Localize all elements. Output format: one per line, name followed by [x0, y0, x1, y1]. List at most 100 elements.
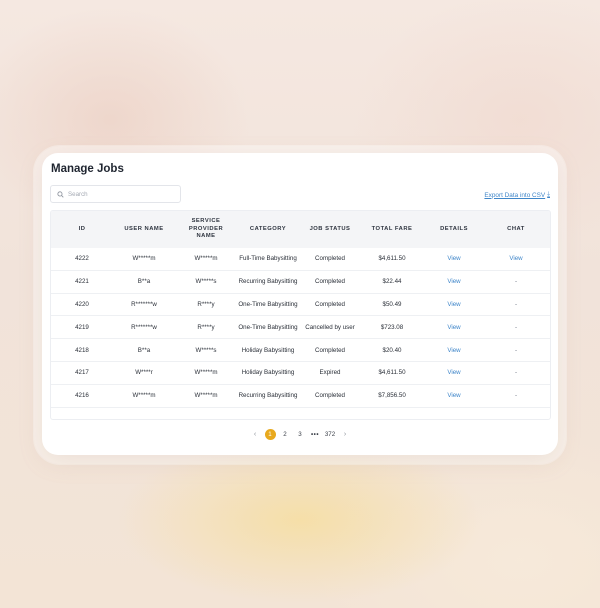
cell-total-fare: $22.44: [382, 278, 402, 286]
table-header: ID USER NAME SERVICE PROVIDER NAME CATEGORY JO…: [51, 211, 550, 248]
cell-chat: -: [514, 369, 518, 377]
download-icon: ⤓: [547, 191, 550, 198]
table-body: 4222 W*****m W*****m Full-Time Babysitting C…: [51, 248, 550, 419]
cell-total-fare: $20.40: [382, 346, 402, 354]
cell-job-status: Completed: [315, 300, 345, 308]
cell-chat: -: [514, 278, 518, 286]
jobs-table: ID USER NAME SERVICE PROVIDER NAME CATEGORY JO…: [50, 210, 551, 420]
cell-chat: -: [514, 392, 518, 400]
column-header-text: USER NAME: [124, 225, 164, 232]
cell-total-fare: $50.49: [382, 300, 402, 308]
column-header-text: TOTAL FARE: [371, 225, 413, 232]
export-csv-label: Export Data into CSV: [484, 191, 546, 199]
cell-provider-name: R****y: [197, 300, 215, 308]
column-header-text: DETAILS: [440, 225, 468, 232]
column-header-text: SERVICE: [191, 218, 221, 225]
cell-provider-name: R****y: [197, 323, 215, 331]
column-header-category: CATEGORY: [237, 226, 299, 234]
search-icon: [57, 190, 64, 198]
cell-id: 4222: [75, 255, 89, 263]
details-view-link[interactable]: View: [423, 347, 485, 354]
column-header-chat: CHAT: [485, 226, 547, 234]
prev-page-button[interactable]: ‹: [248, 431, 263, 438]
cell-provider-name: W*****m: [194, 255, 218, 263]
cell-category: Full-Time Babysitting: [239, 255, 297, 263]
chat-view-link[interactable]: View: [485, 255, 547, 262]
column-header-text: JOB STATUS: [309, 225, 351, 232]
cell-id: 4216: [75, 392, 89, 400]
details-view-link[interactable]: View: [423, 369, 485, 376]
cell-job-status: Cancelled by user: [305, 323, 355, 331]
details-view-link[interactable]: View: [423, 255, 485, 262]
column-header-user-name: USER NAME: [113, 226, 175, 234]
page-button-current[interactable]: 1: [264, 429, 276, 440]
search-placeholder: Search: [68, 190, 88, 198]
cell-category: Recurring Babysitting: [238, 392, 298, 400]
cell-category: Recurring Babysitting: [238, 278, 298, 286]
cell-provider-name: W*****m: [194, 392, 218, 400]
table-row-clipped: [51, 408, 550, 419]
cell-total-fare: $4,611.50: [378, 255, 406, 263]
cell-user-name: W****r: [135, 369, 153, 377]
export-csv-link[interactable]: Export Data into CSV ⤓: [484, 191, 550, 199]
cell-category: One-Time Babysitting: [238, 300, 298, 308]
cell-user-name: R*******w: [131, 323, 157, 331]
cell-chat: -: [514, 300, 518, 308]
search-input[interactable]: Search: [50, 185, 181, 203]
table-row: 4218 B**a W*****s Holiday Babysitting Comple…: [51, 339, 550, 362]
cell-provider-name: W*****m: [194, 369, 218, 377]
cell-provider-name: W*****s: [195, 278, 217, 286]
cell-total-fare: $723.08: [380, 323, 404, 331]
cell-category: Holiday Babysitting: [241, 369, 295, 377]
cell-id: 4219: [75, 323, 89, 331]
table-row: 4217 W****r W*****m Holiday Babysitting Expi…: [51, 362, 550, 385]
cell-chat: -: [514, 323, 518, 331]
cell-category: Holiday Babysitting: [241, 346, 295, 354]
cell-id: 4220: [75, 300, 89, 308]
table-row: 4219 R*******w R****y One-Time Babysitting C…: [51, 316, 550, 340]
cell-user-name: W*****m: [132, 255, 156, 263]
column-header-text: CHAT: [507, 225, 525, 232]
table-row: 4220 R*******w R****y One-Time Babysitting C…: [51, 294, 550, 317]
page-button[interactable]: 2: [278, 431, 293, 438]
cell-user-name: B**a: [137, 346, 151, 354]
column-header-total-fare: TOTAL FARE: [361, 226, 423, 234]
column-header-job-status: JOB STATUS: [299, 226, 361, 234]
cell-chat: -: [514, 346, 518, 354]
cell-category: One-Time Babysitting: [238, 323, 298, 331]
column-header-text: CATEGORY: [249, 225, 287, 232]
details-view-link[interactable]: View: [423, 392, 485, 399]
pagination: ‹ 1 2 3 ••• 372 ›: [42, 429, 558, 440]
column-header-text: PROVIDER: [188, 225, 224, 232]
column-header-details: DETAILS: [423, 226, 485, 234]
cell-total-fare: $4,611.50: [378, 369, 406, 377]
cell-id: 4218: [75, 346, 89, 354]
cell-job-status: Expired: [319, 369, 341, 377]
table-row: 4221 B**a W*****s Recurring Babysitting Comp…: [51, 271, 550, 294]
table-row: 4222 W*****m W*****m Full-Time Babysitting C…: [51, 248, 550, 271]
cell-job-status: Completed: [315, 255, 345, 263]
page-button-last[interactable]: 372: [323, 431, 338, 438]
cell-job-status: Completed: [315, 346, 345, 354]
next-page-button[interactable]: ›: [338, 431, 353, 438]
details-view-link[interactable]: View: [423, 324, 485, 331]
page-button[interactable]: 3: [293, 431, 308, 438]
cell-total-fare: $7,856.50: [378, 392, 406, 400]
cell-user-name: B**a: [137, 278, 151, 286]
cell-user-name: W*****m: [132, 392, 156, 400]
cell-job-status: Completed: [315, 392, 345, 400]
cell-id: 4221: [75, 278, 89, 286]
cell-id: 4217: [75, 369, 89, 377]
cell-job-status: Completed: [315, 278, 345, 286]
details-view-link[interactable]: View: [423, 278, 485, 285]
column-header-provider-name: SERVICE PROVIDER NAME: [175, 218, 237, 241]
manage-jobs-card: Manage Jobs Search Export Data into CSV …: [42, 153, 558, 455]
column-header-text: NAME: [196, 233, 216, 240]
page-title: Manage Jobs: [51, 163, 124, 175]
cell-user-name: R*******w: [131, 300, 157, 308]
table-row: 4216 W*****m W*****m Recurring Babysitting C…: [51, 385, 550, 408]
details-view-link[interactable]: View: [423, 301, 485, 308]
pagination-ellipsis: •••: [311, 431, 319, 438]
cell-provider-name: W*****s: [195, 346, 217, 354]
column-header-id: ID: [51, 226, 113, 234]
